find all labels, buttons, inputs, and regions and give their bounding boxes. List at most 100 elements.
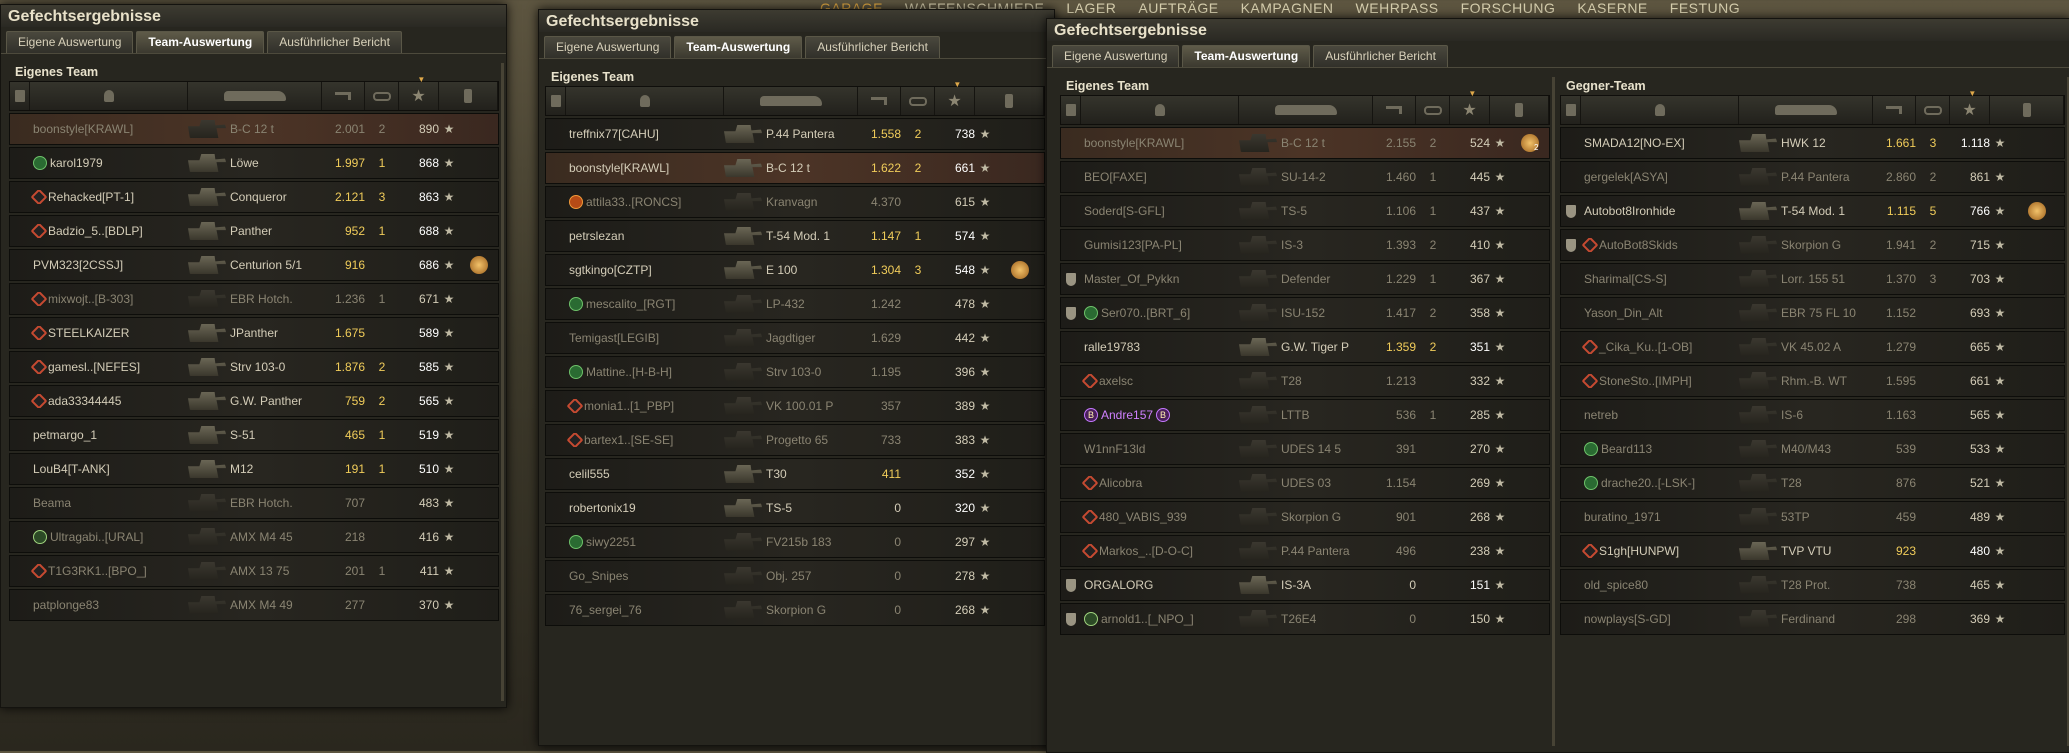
player-row[interactable]: B Andre157 B LTTB 536 1 285 ★ [1060, 399, 1550, 431]
player-name[interactable]: mescalito_[RGT] [586, 297, 675, 311]
player-row[interactable]: Badzio_5..[BDLP] Panther 952 1 688 ★ [9, 215, 499, 247]
medal-icon[interactable]: 2 [1520, 134, 1539, 152]
xp-column-header[interactable]: ★ ▼ [1450, 89, 1490, 124]
player-name[interactable]: _Cika_Ku..[1-OB] [1599, 340, 1692, 354]
player-name[interactable]: S1gh[HUNPW] [1599, 544, 1679, 558]
player-row[interactable]: PVM323[2CSSJ] Centurion 5/1 916 686 ★ [9, 249, 499, 281]
medal-column-header[interactable] [1490, 96, 1549, 124]
player-name[interactable]: STEELKAIZER [48, 326, 129, 340]
player-row[interactable]: 480_VABIS_939 Skorpion G 901 268 ★ [1060, 501, 1550, 533]
player-name[interactable]: Markos_..[D-O-C] [1099, 544, 1193, 558]
player-row[interactable]: robertonix19 TS-5 0 320 ★ [545, 492, 1045, 524]
player-row[interactable]: buratino_1971 53TP 459 489 ★ [1560, 501, 2065, 533]
frags-column-header[interactable] [1916, 96, 1950, 124]
player-name[interactable]: Ser070..[BRT_6] [1101, 306, 1190, 320]
player-name[interactable]: Alicobra [1099, 476, 1142, 490]
player-row[interactable]: Beama EBR Hotch. 707 483 ★ [9, 487, 499, 519]
player-row[interactable]: karol1979 Löwe 1.997 1 868 ★ [9, 147, 499, 179]
player-name[interactable]: old_spice80 [1584, 578, 1648, 592]
player-row[interactable]: Beard113 M40/M43 539 533 ★ [1560, 433, 2065, 465]
medal-column-header[interactable] [1990, 96, 2064, 124]
player-row[interactable]: Sharimal[CS-S] Lorr. 155 51 1.370 3 703 ★ [1560, 263, 2065, 295]
player-column-header[interactable] [1581, 96, 1739, 124]
top-menu-item[interactable]: WEHRPASS [1356, 0, 1439, 14]
player-name[interactable]: buratino_1971 [1584, 510, 1661, 524]
top-menu-item[interactable]: KASERNE [1577, 0, 1647, 14]
player-name[interactable]: Mattine..[H-B-H] [586, 365, 672, 379]
player-row[interactable]: Yason_Din_Alt EBR 75 FL 10 1.152 693 ★ [1560, 297, 2065, 329]
player-name[interactable]: attila33..[RONCS] [586, 195, 681, 209]
player-name[interactable]: Master_Of_Pykkn [1084, 272, 1179, 286]
player-name[interactable]: robertonix19 [569, 501, 636, 515]
player-name[interactable]: drache20..[-LSK-] [1601, 476, 1695, 490]
player-name[interactable]: treffnix77[CAHU] [569, 127, 659, 141]
player-column-header[interactable] [1081, 96, 1239, 124]
vehicle-column-header[interactable] [1239, 96, 1373, 124]
player-row[interactable]: Ultragabi..[URAL] AMX M4 45 218 416 ★ [9, 521, 499, 553]
player-row[interactable]: T1G3RK1..[BPO_] AMX 13 75 201 1 411 ★ [9, 555, 499, 587]
player-name[interactable]: netreb [1584, 408, 1618, 422]
player-row[interactable]: monia1..[1_PBP] VK 100.01 P 357 389 ★ [545, 390, 1045, 422]
player-row[interactable]: mixwojt..[B-303] EBR Hotch. 1.236 1 671 ★ [9, 283, 499, 315]
player-row[interactable]: BEO[FAXE] SU-14-2 1.460 1 445 ★ [1060, 161, 1550, 193]
frags-column-header[interactable] [901, 87, 935, 115]
player-row[interactable]: mescalito_[RGT] LP-432 1.242 478 ★ [545, 288, 1045, 320]
player-name[interactable]: LouB4[T-ANK] [33, 462, 110, 476]
player-row[interactable]: boonstyle[KRAWL] B-C 12 t 2.155 2 524 ★ 2 [1060, 127, 1550, 159]
player-column-header[interactable] [566, 87, 724, 115]
player-row[interactable]: S1gh[HUNPW] TVP VTU 923 480 ★ [1560, 535, 2065, 567]
medal-icon[interactable] [2028, 202, 2046, 220]
tab-own-results[interactable]: Eigene Auswertung [1052, 45, 1180, 67]
player-name[interactable]: celil555 [569, 467, 610, 481]
player-row[interactable]: Temigast[LEGIB] Jagdtiger 1.629 442 ★ [545, 322, 1045, 354]
player-name[interactable]: petmargo_1 [33, 428, 97, 442]
top-menu-item[interactable]: KAMPAGNEN [1241, 0, 1334, 14]
player-row[interactable]: netreb IS-6 1.163 565 ★ [1560, 399, 2065, 431]
damage-column-header[interactable] [1373, 96, 1416, 124]
player-row[interactable]: _Cika_Ku..[1-OB] VK 45.02 A 1.279 665 ★ [1560, 331, 2065, 363]
player-name[interactable]: Yason_Din_Alt [1584, 306, 1663, 320]
player-name[interactable]: Badzio_5..[BDLP] [48, 224, 143, 238]
player-name[interactable]: AutoBot8Skids [1599, 238, 1678, 252]
player-row[interactable]: patplonge83 AMX M4 49 277 370 ★ [9, 589, 499, 621]
player-row[interactable]: Mattine..[H-B-H] Strv 103-0 1.195 396 ★ [545, 356, 1045, 388]
platoon-column-header[interactable] [546, 87, 566, 115]
player-name[interactable]: Rehacked[PT-1] [48, 190, 134, 204]
player-name[interactable]: ORGALORG [1084, 578, 1153, 592]
damage-column-header[interactable] [1873, 96, 1916, 124]
xp-column-header[interactable]: ★ ▼ [935, 80, 975, 115]
player-name[interactable]: monia1..[1_PBP] [584, 399, 674, 413]
player-name[interactable]: boonstyle[KRAWL] [1084, 136, 1184, 150]
player-name[interactable]: 480_VABIS_939 [1099, 510, 1187, 524]
player-row[interactable]: LouB4[T-ANK] M12 191 1 510 ★ [9, 453, 499, 485]
player-row[interactable]: Gumisi123[PA-PL] IS-3 1.393 2 410 ★ [1060, 229, 1550, 261]
tab-team-results[interactable]: Team-Auswertung [136, 31, 265, 53]
player-name[interactable]: Andre157 [1101, 408, 1153, 422]
player-row[interactable]: SMADA12[NO-EX] HWK 12 1.661 3 1.118 ★ [1560, 127, 2065, 159]
player-row[interactable]: attila33..[RONCS] Kranvagn 4.370 615 ★ [545, 186, 1045, 218]
player-row[interactable]: gamesl..[NEFES] Strv 103-0 1.876 2 585 ★ [9, 351, 499, 383]
player-name[interactable]: siwy2251 [586, 535, 636, 549]
player-name[interactable]: Beama [33, 496, 71, 510]
player-name[interactable]: arnold1..[_NPO_] [1101, 612, 1194, 626]
top-menu-item[interactable]: FORSCHUNG [1461, 0, 1556, 14]
top-menu-item[interactable]: LAGER [1066, 0, 1116, 14]
player-name[interactable]: T1G3RK1..[BPO_] [48, 564, 147, 578]
player-name[interactable]: boonstyle[KRAWL] [569, 161, 669, 175]
player-name[interactable]: boonstyle[KRAWL] [33, 122, 133, 136]
player-name[interactable]: gergelek[ASYA] [1584, 170, 1668, 184]
vehicle-column-header[interactable] [188, 82, 322, 110]
player-row[interactable]: 76_sergei_76 Skorpion G 0 268 ★ [545, 594, 1045, 626]
player-name[interactable]: nowplays[S-GD] [1584, 612, 1671, 626]
player-row[interactable]: treffnix77[CAHU] P.44 Pantera 1.558 2 738 ★ [545, 118, 1045, 150]
medal-column-header[interactable] [975, 87, 1044, 115]
player-row[interactable]: ORGALORG IS-3A 0 151 ★ [1060, 569, 1550, 601]
player-row[interactable]: boonstyle[KRAWL] B-C 12 t 2.001 2 890 ★ [9, 113, 499, 145]
player-name[interactable]: 76_sergei_76 [569, 603, 642, 617]
platoon-column-header[interactable] [10, 82, 30, 110]
player-name[interactable]: axelsc [1099, 374, 1133, 388]
scrollbar[interactable] [501, 63, 504, 701]
platoon-column-header[interactable] [1061, 96, 1081, 124]
tab-team-results[interactable]: Team-Auswertung [1182, 45, 1311, 67]
player-row[interactable]: celil555 T30 411 352 ★ [545, 458, 1045, 490]
